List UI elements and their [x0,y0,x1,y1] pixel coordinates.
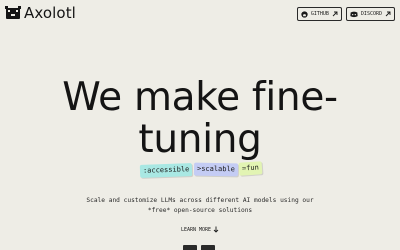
decorative-mark [183,245,197,250]
pill-fun: =fun [238,161,263,176]
discord-button[interactable]: DISCORD [345,7,395,21]
description-line-1: Scale and customize LLMs across differen… [86,197,314,204]
github-label: GITHUB [310,11,329,17]
discord-icon [350,11,358,17]
decorative-mark [201,245,215,250]
discord-label: DISCORD [360,11,382,17]
pill-accessible: :accessible [139,163,193,178]
github-icon [301,10,308,18]
arrow-down-icon [213,226,219,233]
headline-line-2: tuning [138,117,262,162]
external-link-icon [385,11,391,17]
brand-name: Axolotl [24,4,76,22]
pill-scalable: >scalable [193,162,239,177]
learn-more-wrapper: LEARN MORE [0,226,400,233]
github-button[interactable]: GITHUB [296,7,342,21]
headline-line-1: We make fine- [62,75,338,120]
hero-description: Scale and customize LLMs across differen… [0,196,400,216]
learn-more-label: LEARN MORE [180,226,212,233]
description-line-2: *free* open-source solutions [147,207,253,214]
external-link-icon [332,11,338,17]
decorative-marks [183,245,215,250]
brand-logo[interactable]: Axolotl [5,3,76,23]
header-nav: GITHUB DISCORD [296,7,395,21]
axolotl-logo-icon [5,6,21,19]
hero-headline: We make fine- tuning [0,77,400,161]
learn-more-link[interactable]: LEARN MORE [181,226,219,233]
